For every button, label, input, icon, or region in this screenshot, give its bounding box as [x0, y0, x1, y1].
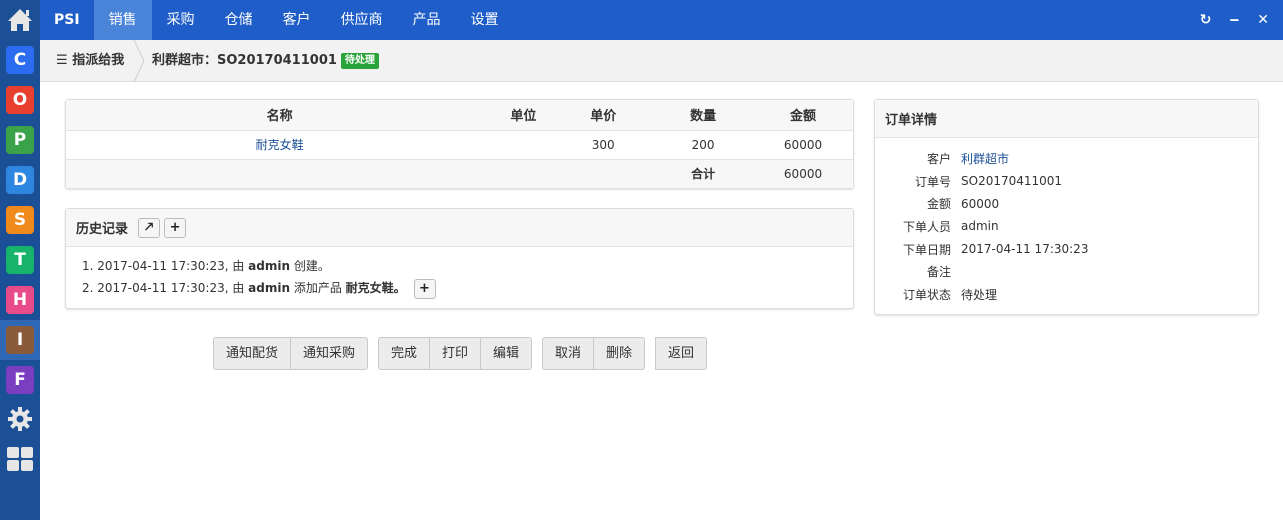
top-nav-bar: PSI 销售 采购 仓储 客户 供应商 产品 设置 ↻ ‒ ✕ [40, 0, 1283, 40]
table-row: 耐克女鞋 300 200 60000 [66, 130, 853, 160]
detail-label: 订单号 [914, 174, 951, 189]
order-items-table: 名称 单位 单价 数量 金额 耐克女鞋 300 200 60000 合计 600… [66, 100, 853, 188]
col-price-header: 单价 [553, 100, 654, 131]
detail-label: 客户 [926, 151, 951, 166]
breadcrumb-current: 利群超市：SO20170411001 待处理 [152, 40, 379, 82]
cell-qty: 200 [653, 130, 754, 160]
edit-button[interactable]: 编辑 [480, 337, 533, 370]
nav-tab-3[interactable]: 仓储 [210, 0, 268, 40]
history-panel: 历史记录 🡕 + 1. 2017-04-11 17:30:23, 由 admin… [65, 208, 854, 309]
col-amount-header: 金额 [753, 100, 853, 131]
sidebar-app-i-icon[interactable]: I [6, 326, 34, 354]
detail-label: 下单人员 [902, 219, 951, 234]
col-name-header: 名称 [66, 100, 494, 131]
history-title: 历史记录 [76, 222, 129, 237]
cancel-button[interactable]: 取消 [542, 337, 595, 370]
nav-tab-2[interactable]: 采购 [152, 0, 210, 40]
cell-price: 300 [553, 130, 654, 160]
sidebar-app-s-icon[interactable]: S [6, 206, 34, 234]
detail-row: 订单号 SO20170411001 [875, 170, 1258, 193]
close-icon[interactable]: ✕ [1257, 12, 1269, 28]
product-link[interactable]: 耐克女鞋 [256, 138, 304, 152]
arrow-up-button[interactable]: 🡕 [138, 217, 161, 238]
sidebar-app-c-icon[interactable]: C [6, 46, 34, 74]
cell-amount: 60000 [753, 130, 853, 160]
expand-plus-button[interactable]: + [164, 217, 187, 238]
nav-tab-5[interactable]: 供应商 [326, 0, 398, 40]
expand-plus-button[interactable]: + [413, 278, 436, 299]
sidebar-app-t-icon[interactable]: T [6, 246, 34, 274]
list-item: 1. 2017-04-11 17:30:23, 由 admin 创建。 [82, 259, 330, 273]
brand-logo: PSI [54, 12, 80, 28]
breadcrumb-separator [133, 40, 145, 82]
table-header-row: 名称 单位 单价 数量 金额 [66, 100, 853, 131]
detail-row: 备注 [875, 260, 1258, 283]
minimize-icon[interactable]: ‒ [1230, 12, 1240, 28]
detail-value: 待处理 [961, 287, 998, 302]
notify-button-group: 通知配货 通知采购 [213, 337, 369, 370]
total-row: 合计 60000 [66, 159, 853, 188]
notify-delivery-button[interactable]: 通知配货 [213, 337, 292, 370]
detail-label: 订单状态 [902, 287, 951, 302]
detail-label: 下单日期 [902, 242, 951, 257]
detail-row: 下单人员 admin [875, 215, 1258, 238]
detail-label: 金额 [926, 197, 951, 212]
detail-row: 订单状态 待处理 [875, 283, 1258, 306]
detail-row: 下单日期 2017-04-11 17:30:23 [875, 238, 1258, 261]
notify-purchase-button[interactable]: 通知采购 [290, 337, 369, 370]
delete-button[interactable]: 删除 [593, 337, 646, 370]
breadcrumb-assigned[interactable]: ☰ 指派给我 [56, 40, 124, 82]
list-item: 2. 2017-04-11 17:30:23, 由 admin 添加产品 耐克女… [82, 277, 837, 299]
order-details-panel: 订单详情 客户 利群超市 订单号 SO20170411001 金额 60000 下单人员 ad… [874, 99, 1259, 315]
back-button-group: 返回 [655, 337, 708, 370]
print-button[interactable]: 打印 [429, 337, 482, 370]
process-button-group: 完成 打印 编辑 [378, 337, 533, 370]
detail-value: 60000 [961, 196, 1000, 211]
list-icon: ☰ [56, 53, 68, 68]
breadcrumb: ☰ 指派给我 利群超市：SO20170411001 待处理 [40, 40, 1283, 82]
sidebar: COPDSTHIF [0, 0, 40, 520]
detail-row: 金额 60000 [875, 192, 1258, 215]
order-items-panel: 名称 单位 单价 数量 金额 耐克女鞋 300 200 60000 合计 600… [65, 99, 854, 189]
detail-value: 2017-04-11 17:30:23 [961, 242, 1089, 257]
refresh-icon[interactable]: ↻ [1200, 12, 1212, 28]
nav-tab-1[interactable]: 销售 [93, 0, 152, 40]
detail-value: admin [961, 219, 999, 234]
sidebar-app-f-icon[interactable]: F [6, 366, 34, 394]
cancel-button-group: 取消 删除 [542, 337, 646, 370]
detail-label: 备注 [926, 265, 951, 280]
status-badge: 待处理 [340, 53, 379, 69]
cell-unit [493, 130, 554, 160]
col-unit-header: 单位 [493, 100, 554, 131]
sidebar-app-p-icon[interactable]: P [6, 126, 34, 154]
grid-apps-icon[interactable] [6, 445, 34, 473]
nav-tab-4[interactable]: 客户 [268, 0, 326, 40]
sidebar-app-o-icon[interactable]: O [6, 86, 34, 114]
total-label: 合计 [653, 159, 754, 188]
sidebar-app-h-icon[interactable]: H [6, 286, 34, 314]
back-button[interactable]: 返回 [655, 337, 708, 370]
sidebar-app-d-icon[interactable]: D [6, 166, 34, 194]
nav-tab-7[interactable]: 设置 [456, 0, 514, 40]
total-amount: 60000 [753, 159, 853, 188]
detail-row: 客户 利群超市 [875, 147, 1258, 170]
nav-tab-6[interactable]: 产品 [398, 0, 456, 40]
detail-value: SO20170411001 [961, 174, 1063, 189]
customer-link[interactable]: 利群超市 [961, 150, 1009, 167]
gear-icon[interactable] [6, 405, 34, 433]
home-icon[interactable] [0, 0, 40, 40]
col-qty-header: 数量 [653, 100, 754, 131]
complete-button[interactable]: 完成 [378, 337, 431, 370]
details-title: 订单详情 [885, 113, 938, 128]
